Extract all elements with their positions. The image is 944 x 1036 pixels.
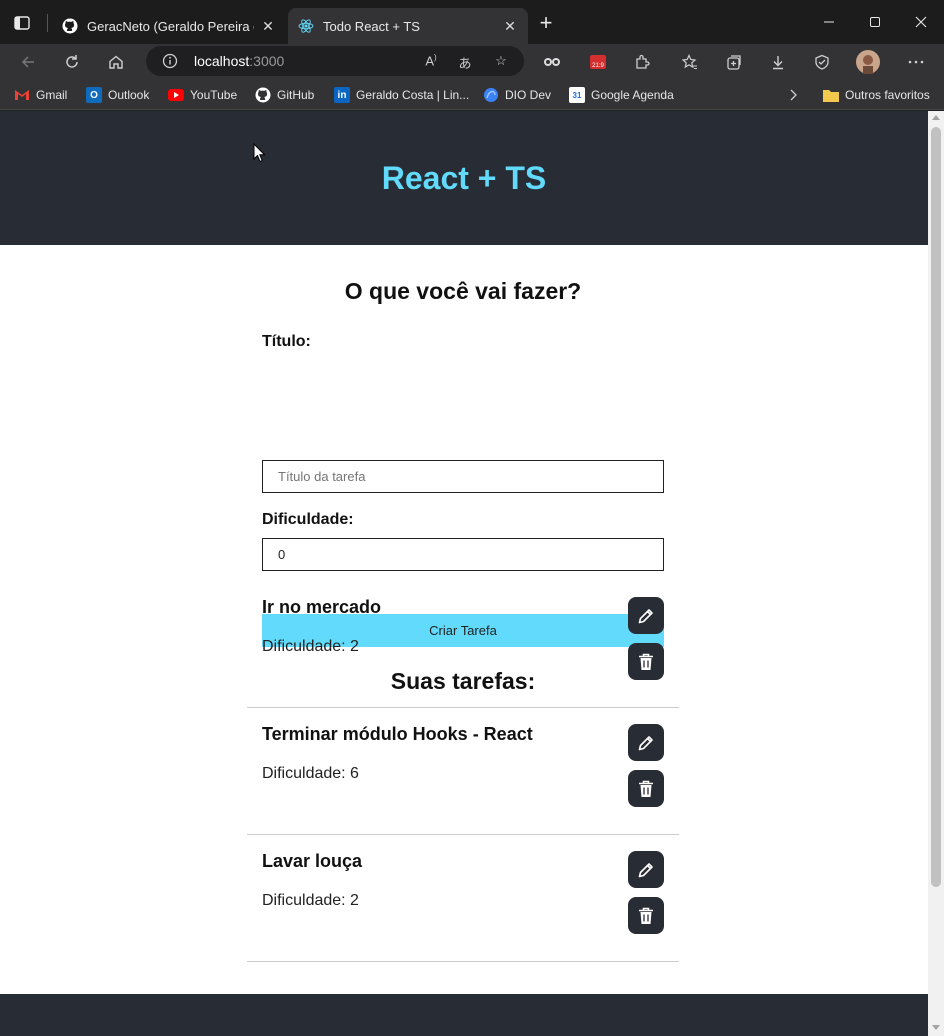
task-title: Ir no mercado [262, 597, 382, 617]
bookmark-gmail[interactable]: Gmail [14, 86, 67, 104]
bookmark-dio[interactable]: DIO Dev [483, 86, 551, 104]
tab-todo-react[interactable]: Todo React + TS ✕ [288, 8, 528, 44]
form-heading: O que você vai fazer? [344, 278, 582, 304]
back-icon[interactable] [14, 48, 42, 76]
react-icon [298, 18, 314, 34]
svg-text:21:9: 21:9 [592, 63, 604, 69]
trash-icon [639, 780, 653, 797]
scroll-up-icon[interactable] [932, 115, 940, 120]
calendar-icon: 31 [569, 87, 585, 103]
youtube-icon [168, 87, 184, 103]
refresh-icon[interactable] [58, 48, 86, 76]
title-input[interactable] [262, 460, 664, 493]
extension-screen-icon[interactable]: 21:9 [584, 48, 612, 76]
task-title: Terminar módulo Hooks - React [262, 724, 533, 744]
chevron-right-icon[interactable] [790, 86, 798, 104]
tab-github[interactable]: GeracNeto (Geraldo Pereira da C ✕ [52, 8, 286, 44]
page-scrollbar[interactable] [928, 111, 944, 1036]
scroll-down-icon[interactable] [932, 1025, 940, 1030]
tab-actions-icon[interactable] [10, 12, 34, 34]
trash-icon [639, 907, 653, 924]
folder-icon [823, 87, 839, 103]
read-aloud-icon[interactable]: A) [422, 53, 440, 69]
site-footer [0, 994, 928, 1036]
delete-task-button[interactable] [628, 643, 664, 680]
trash-icon [639, 653, 653, 670]
new-tab-button[interactable]: + [534, 12, 558, 36]
collections-icon[interactable] [720, 48, 748, 76]
bookmark-github[interactable]: GitHub [255, 86, 314, 104]
maximize-icon[interactable] [852, 8, 898, 36]
mouse-cursor-icon [253, 143, 266, 163]
avatar[interactable] [854, 48, 882, 76]
close-window-icon[interactable] [898, 8, 944, 36]
app-title: React + TS [381, 159, 547, 196]
dio-icon [483, 87, 499, 103]
other-favorites[interactable]: Outros favoritos [823, 86, 930, 104]
scrollbar-thumb[interactable] [931, 127, 941, 887]
tab-title: GeracNeto (Geraldo Pereira da C [87, 18, 254, 34]
pencil-icon [638, 735, 653, 750]
github-icon [62, 18, 78, 34]
site-header: React + TS [0, 111, 928, 245]
tab-title: Todo React + TS [323, 18, 420, 34]
pencil-icon [638, 862, 653, 877]
pencil-icon [638, 608, 653, 623]
task-difficulty: Dificuldade: 2 [262, 892, 359, 909]
task-item: Ir no mercado Dificuldade: 2 [247, 581, 679, 708]
github-icon [255, 87, 271, 103]
home-icon[interactable] [102, 48, 130, 76]
page-viewport: React + TS O que você vai fazer? Título:… [0, 111, 928, 1036]
edit-task-button[interactable] [628, 597, 664, 634]
browser-toolbar: localhost:3000 A) あ ☆ 21:9 [0, 44, 944, 80]
browser-essentials-icon[interactable] [808, 48, 836, 76]
delete-task-button[interactable] [628, 770, 664, 807]
gmail-icon [14, 87, 30, 103]
bookmark-youtube[interactable]: YouTube [168, 86, 237, 104]
favorites-icon[interactable] [676, 48, 704, 76]
close-icon[interactable]: ✕ [260, 18, 276, 34]
difficulty-label: Dificuldade: [262, 511, 354, 528]
extension-eyes-icon[interactable] [538, 48, 566, 76]
add-favorite-icon[interactable]: ☆ [492, 53, 510, 69]
tab-bar: GeracNeto (Geraldo Pereira da C ✕ Todo R… [0, 0, 944, 44]
outlook-icon: O [86, 87, 102, 103]
bookmark-outlook[interactable]: O Outlook [86, 86, 149, 104]
extensions-icon[interactable] [628, 48, 656, 76]
bookmark-google-agenda[interactable]: 31 Google Agenda [569, 86, 674, 104]
close-icon[interactable]: ✕ [502, 18, 518, 34]
bookmarks-bar: Gmail O Outlook YouTube GitHub in Gerald… [0, 80, 944, 110]
url-text: localhost:3000 [194, 53, 285, 69]
title-label: Título: [262, 333, 311, 350]
downloads-icon[interactable] [764, 48, 792, 76]
difficulty-input[interactable] [262, 538, 664, 571]
tab-separator [47, 14, 48, 32]
translate-icon[interactable]: あ [456, 53, 474, 71]
delete-task-button[interactable] [628, 897, 664, 934]
task-item: Terminar módulo Hooks - React Dificuldad… [247, 708, 679, 835]
minimize-icon[interactable] [806, 8, 852, 36]
task-difficulty: Dificuldade: 2 [262, 638, 359, 655]
task-title: Lavar louça [262, 851, 363, 871]
task-difficulty: Dificuldade: 6 [262, 765, 359, 782]
edit-task-button[interactable] [628, 851, 664, 888]
linkedin-icon: in [334, 87, 350, 103]
edit-task-button[interactable] [628, 724, 664, 761]
more-options-icon[interactable] [902, 48, 930, 76]
task-item: Lavar louça Dificuldade: 2 [247, 835, 679, 962]
info-icon[interactable] [162, 53, 178, 69]
address-bar[interactable]: localhost:3000 A) あ ☆ [146, 46, 524, 76]
bookmark-linkedin[interactable]: in Geraldo Costa | Lin... [334, 86, 469, 104]
